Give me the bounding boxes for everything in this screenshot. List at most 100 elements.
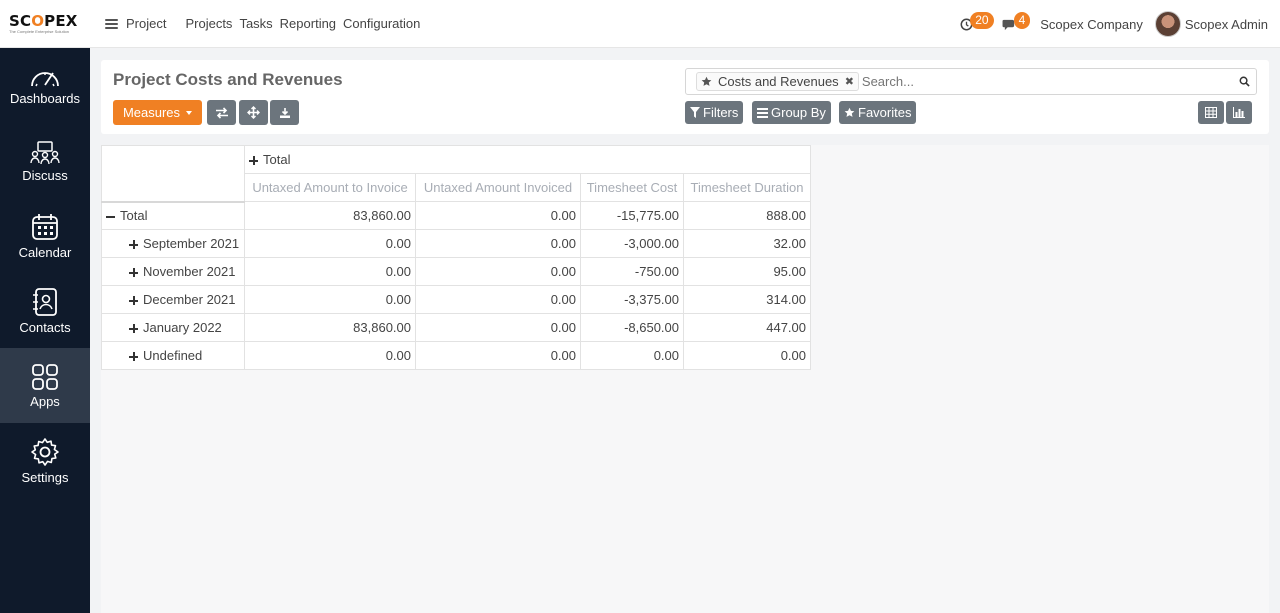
pivot-cell[interactable]: 314.00 — [683, 285, 811, 314]
messages-button[interactable]: 4 — [1002, 11, 1031, 31]
contacts-book-icon — [33, 287, 57, 316]
row-header[interactable]: November 2021 — [101, 257, 245, 286]
row-header[interactable]: September 2021 — [101, 229, 245, 258]
pivot-cell[interactable]: -3,375.00 — [580, 285, 684, 314]
pivot-corner — [101, 145, 245, 203]
download-button[interactable] — [270, 100, 299, 125]
table-row: Undefined 0.00 0.00 0.00 0.00 — [101, 341, 811, 370]
nav-configuration[interactable]: Configuration — [343, 16, 420, 31]
pivot-cell[interactable]: 83,860.00 — [244, 201, 416, 230]
pivot-cell[interactable]: 0.00 — [415, 201, 581, 230]
nav-tasks[interactable]: Tasks — [239, 16, 272, 31]
nav-projects[interactable]: Projects — [185, 16, 232, 31]
pivot-cell[interactable]: 95.00 — [683, 257, 811, 286]
row-header-total[interactable]: Total — [101, 201, 245, 230]
search-facet: Costs and Revenues ✖ — [696, 72, 859, 91]
pivot-cell[interactable]: 0.00 — [415, 229, 581, 258]
sidebar-item-calendar[interactable]: Calendar — [0, 198, 90, 273]
sidebar-item-contacts[interactable]: Contacts — [0, 273, 90, 348]
table-row: Total 83,860.00 0.00 -15,775.00 888.00 — [101, 201, 811, 230]
pivot-cell[interactable]: -15,775.00 — [580, 201, 684, 230]
filters-button[interactable]: Filters — [685, 101, 744, 124]
plus-icon — [129, 268, 138, 278]
discuss-people-icon — [30, 140, 60, 164]
star-icon — [701, 76, 712, 86]
plus-icon — [129, 296, 138, 306]
pivot-cell[interactable]: 83,860.00 — [244, 313, 416, 342]
favorites-label: Favorites — [858, 105, 912, 120]
pivot-table: Total Untaxed Amount to Invoice Untaxed … — [101, 145, 811, 370]
table-row: December 2021 0.00 0.00 -3,375.00 314.00 — [101, 285, 811, 314]
search-input[interactable] — [861, 74, 1222, 89]
company-switcher[interactable]: Scopex Company — [1040, 17, 1143, 32]
sidebar-item-settings[interactable]: Settings — [0, 423, 90, 498]
expand-all-button[interactable] — [239, 100, 268, 125]
caret-down-icon — [186, 110, 193, 115]
pivot-cell[interactable]: -750.00 — [580, 257, 684, 286]
user-avatar[interactable] — [1154, 11, 1181, 37]
minus-icon — [106, 212, 115, 221]
measure-header[interactable]: Untaxed Amount Invoiced — [415, 173, 581, 202]
pivot-cell[interactable]: 0.00 — [244, 341, 416, 370]
pivot-cell[interactable]: 0.00 — [683, 341, 811, 370]
sidebar-item-apps[interactable]: Apps — [0, 348, 90, 423]
search-icon[interactable] — [1239, 76, 1250, 87]
pivot-cell[interactable]: 0.00 — [415, 257, 581, 286]
top-nav: Projects Tasks Reporting Configuration — [185, 16, 427, 31]
search-bar: Costs and Revenues ✖ — [685, 68, 1257, 95]
nav-reporting[interactable]: Reporting — [280, 16, 336, 31]
sidebar-item-label: Calendar — [18, 244, 72, 260]
sidebar-item-label: Dashboards — [9, 90, 81, 106]
star-icon — [844, 107, 855, 117]
sidebar-item-label: Apps — [30, 393, 60, 409]
control-panel: Project Costs and Revenues Measures Cost… — [101, 60, 1269, 134]
activity-button[interactable]: 20 — [960, 11, 994, 31]
measure-header[interactable]: Untaxed Amount to Invoice — [244, 173, 416, 202]
pivot-cell[interactable]: 0.00 — [244, 257, 416, 286]
pivot-cell[interactable]: 0.00 — [244, 229, 416, 258]
pivot-cell[interactable]: 0.00 — [415, 341, 581, 370]
filters-label: Filters — [703, 105, 739, 120]
facet-label: Costs and Revenues — [718, 74, 839, 89]
facet-remove-icon[interactable]: ✖ — [845, 75, 854, 88]
pivot-cell[interactable]: 0.00 — [415, 313, 581, 342]
pivot-cell[interactable]: 32.00 — [683, 229, 811, 258]
app-menu-toggle[interactable]: Project — [105, 16, 166, 31]
apps-grid-icon — [32, 363, 58, 390]
page-title: Project Costs and Revenues — [113, 70, 343, 89]
sidebar-item-label: Discuss — [22, 167, 68, 183]
pivot-cell[interactable]: 0.00 — [415, 285, 581, 314]
row-header[interactable]: Undefined — [101, 341, 245, 370]
sidebar-item-dashboards[interactable]: Dashboards — [0, 48, 90, 123]
table-row: January 2022 83,860.00 0.00 -8,650.00 44… — [101, 313, 811, 342]
pivot-cell[interactable]: 0.00 — [580, 341, 684, 370]
top-right-area: 20 4 Scopex Company Scopex Admin — [960, 0, 1268, 48]
brand-logo[interactable]: SCOPEX The Complete Enterprise Solution — [0, 0, 90, 48]
favorites-button[interactable]: Favorites — [839, 101, 917, 124]
message-count-badge: 4 — [1013, 11, 1031, 29]
flip-axis-button[interactable] — [207, 100, 236, 125]
pivot-cell[interactable]: 888.00 — [683, 201, 811, 230]
pivot-cell[interactable]: -8,650.00 — [580, 313, 684, 342]
row-header[interactable]: December 2021 — [101, 285, 245, 314]
table-row: November 2021 0.00 0.00 -750.00 95.00 — [101, 257, 811, 286]
plus-icon — [129, 352, 138, 362]
gear-icon — [31, 437, 59, 466]
plus-icon — [129, 240, 138, 250]
row-header[interactable]: January 2022 — [101, 313, 245, 342]
measure-header[interactable]: Timesheet Duration — [683, 173, 811, 202]
pivot-cell[interactable]: 447.00 — [683, 313, 811, 342]
measure-header[interactable]: Timesheet Cost — [580, 173, 684, 202]
sidebar-item-discuss[interactable]: Discuss — [0, 123, 90, 198]
measures-label: Measures — [122, 105, 181, 120]
measures-dropdown-button[interactable]: Measures — [113, 100, 202, 125]
pivot-view-button[interactable] — [1198, 101, 1224, 124]
graph-view-button[interactable] — [1226, 101, 1252, 124]
pivot-cell[interactable]: -3,000.00 — [580, 229, 684, 258]
pivot-cell[interactable]: 0.00 — [244, 285, 416, 314]
group-by-button[interactable]: Group By — [752, 101, 831, 124]
user-menu[interactable]: Scopex Admin — [1185, 17, 1268, 32]
col-header-total[interactable]: Total — [244, 145, 811, 174]
sidebar-item-label: Contacts — [19, 319, 71, 335]
bar-chart-icon — [1233, 107, 1245, 118]
